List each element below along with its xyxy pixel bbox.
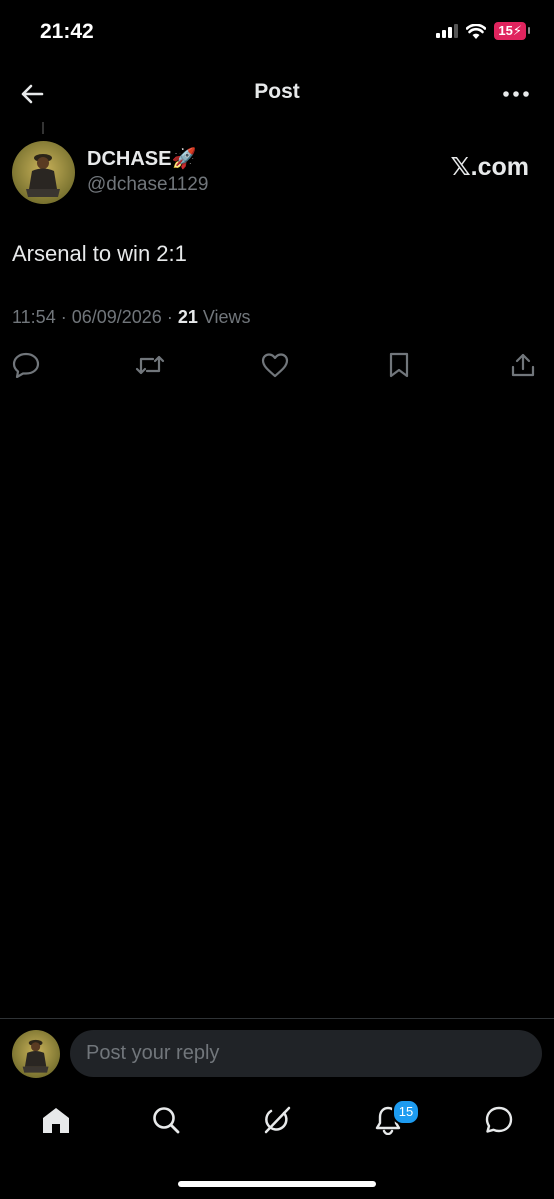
post-date: 06/09/2026 — [71, 307, 162, 327]
battery-charging-icon: 15⚡ — [494, 22, 530, 40]
user-avatar[interactable] — [12, 1030, 60, 1078]
reply-icon — [12, 352, 40, 378]
search-icon — [153, 1107, 180, 1134]
views-count: 21 — [177, 307, 198, 327]
thread-connector-line — [42, 122, 44, 134]
more-horizontal-icon — [503, 91, 529, 97]
author-display-name[interactable]: DCHASE🚀 — [87, 146, 196, 171]
post-meta: 11:54 · 06/09/2026 · 21 Views — [12, 307, 251, 328]
grok-icon — [264, 1106, 291, 1134]
messages-icon — [485, 1106, 513, 1133]
bookmark-icon — [389, 352, 409, 378]
tab-search[interactable] — [146, 1100, 186, 1140]
repost-icon — [135, 355, 165, 375]
meta-separator: · — [60, 307, 67, 327]
signal-icon — [436, 24, 459, 38]
reply-button[interactable] — [11, 350, 41, 380]
home-icon — [43, 1108, 69, 1133]
tab-grok[interactable] — [257, 1100, 297, 1140]
status-time: 21:42 — [40, 20, 94, 43]
post-text: Arsenal to win 2:1 — [12, 241, 187, 266]
status-icons: 15⚡ — [436, 22, 530, 40]
author-handle[interactable]: @dchase1129 — [87, 174, 208, 196]
battery-level: 15 — [498, 23, 513, 38]
meta-separator: · — [166, 307, 173, 327]
more-options-button[interactable] — [496, 78, 536, 110]
reply-input[interactable] — [70, 1030, 542, 1077]
rocket-emoji: 🚀 — [171, 148, 197, 170]
source-label: 𝕏.com — [450, 153, 530, 181]
views-link[interactable]: 21 Views — [178, 307, 251, 328]
repost-button[interactable] — [135, 350, 165, 380]
bookmark-button[interactable] — [384, 350, 414, 380]
share-icon — [511, 353, 535, 377]
like-button[interactable] — [260, 350, 290, 380]
display-name-text: DCHASE — [87, 148, 172, 170]
post-time: 11:54 — [12, 307, 56, 327]
notification-badge: 15 — [392, 1099, 420, 1125]
author-avatar[interactable] — [12, 141, 75, 204]
wifi-icon — [466, 23, 487, 39]
share-button[interactable] — [508, 350, 538, 380]
tab-home[interactable] — [36, 1100, 76, 1140]
views-label: Views — [202, 307, 251, 327]
page-title: Post — [254, 80, 300, 103]
home-indicator — [178, 1181, 376, 1187]
reply-divider — [0, 1018, 554, 1019]
like-icon — [261, 353, 289, 378]
tab-messages[interactable] — [479, 1100, 519, 1140]
